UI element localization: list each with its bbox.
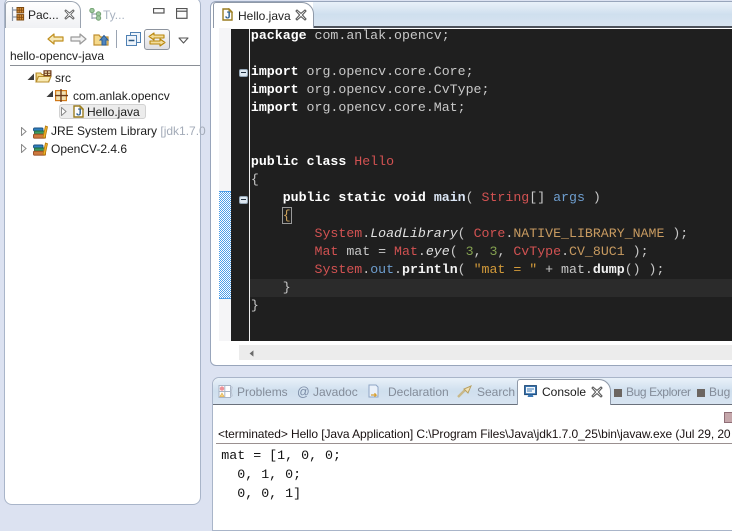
svg-text:J: J [76,108,82,119]
svg-text:J: J [225,11,231,22]
